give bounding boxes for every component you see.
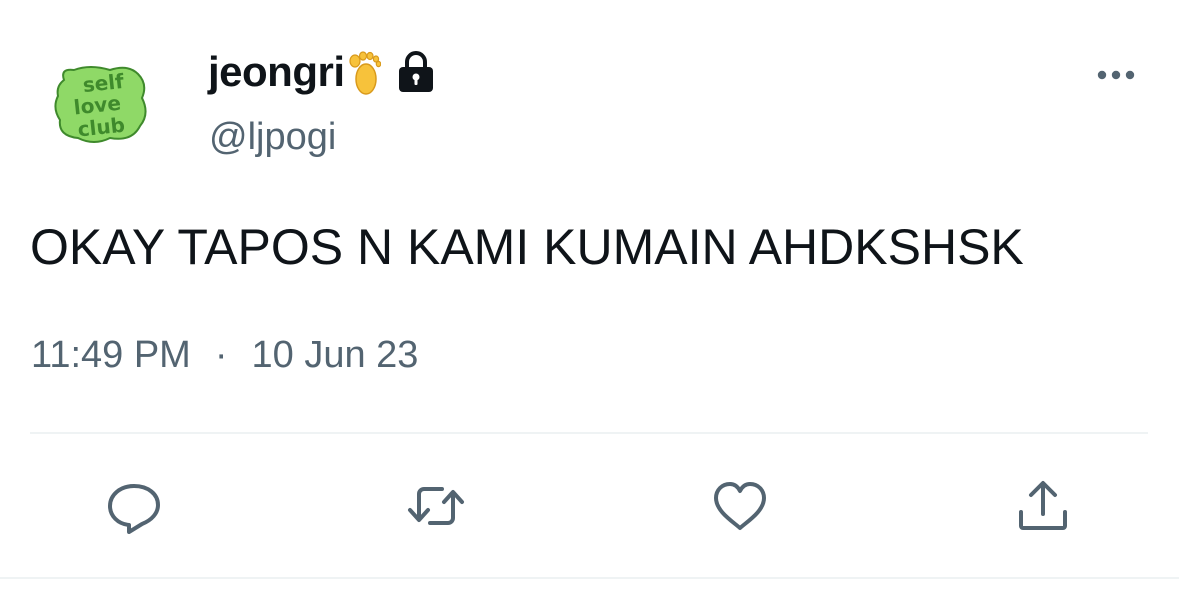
- reply-button[interactable]: [104, 478, 164, 534]
- display-name-row: jeongri: [208, 44, 437, 100]
- tweet-card: self love club jeongri @ljpogi OKAY TAPO…: [0, 0, 1179, 597]
- share-icon: [1019, 481, 1067, 530]
- like-button[interactable]: [710, 478, 770, 534]
- avatar-text-club: club: [77, 113, 127, 142]
- avatar[interactable]: self love club: [50, 58, 150, 148]
- tweet-text: OKAY TAPOS N KAMI KUMAIN AHDKSHSK: [30, 219, 1024, 275]
- tweet-date: 10 Jun 23: [251, 334, 419, 376]
- tweet-timestamp[interactable]: 11:49 PM · 10 Jun 23: [31, 334, 418, 377]
- more-options-icon[interactable]: [1094, 62, 1138, 88]
- divider: [0, 577, 1179, 579]
- lock-icon: [398, 51, 433, 92]
- self-love-club-logo: self love club: [54, 66, 147, 143]
- foot-emoji-icon: [348, 51, 381, 95]
- retweet-icon: [408, 487, 464, 525]
- tweet-time: 11:49 PM: [31, 334, 191, 376]
- divider: [30, 432, 1148, 434]
- display-name[interactable]: jeongri: [208, 48, 345, 96]
- share-button[interactable]: [1013, 478, 1073, 534]
- meta-separator: ·: [214, 334, 228, 376]
- retweet-button[interactable]: [406, 478, 466, 534]
- reply-icon: [108, 484, 160, 534]
- user-handle[interactable]: @ljpogi: [209, 116, 336, 159]
- heart-icon: [714, 482, 766, 530]
